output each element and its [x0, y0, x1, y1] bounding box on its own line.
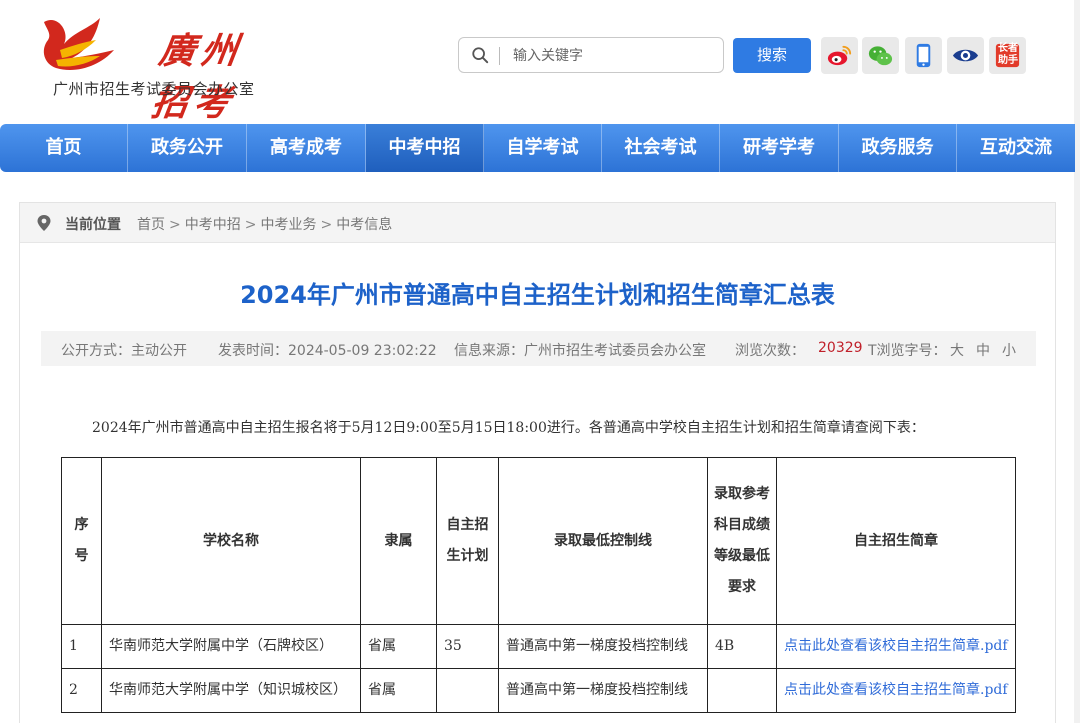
nav-item-interaction[interactable]: 互动交流	[957, 124, 1075, 172]
cell-min-line: 普通高中第一梯度投档控制线	[498, 624, 708, 669]
article-intro: 2024年广州市普通高中自主招生报名将于5月12日9:00至5月15日18:00…	[92, 420, 925, 436]
weibo-icon	[827, 45, 852, 66]
brochure-link[interactable]: 点击此处查看该校自主招生简章.pdf	[784, 638, 1008, 654]
breadcrumb-link-zhongkao[interactable]: 中考中招	[185, 217, 241, 233]
search-input[interactable]	[513, 44, 713, 68]
cell-min-line: 普通高中第一梯度投档控制线	[498, 668, 708, 713]
breadcrumb: 当前位置 首页 > 中考中招 > 中考业务 > 中考信息	[20, 203, 1055, 243]
brochure-link[interactable]: 点击此处查看该校自主招生简章.pdf	[784, 682, 1008, 698]
meta-views-label: 浏览次数：	[735, 343, 805, 359]
cell-no: 1	[61, 624, 102, 669]
wechat-icon	[868, 46, 893, 66]
org-name: 广州市招生考试委员会办公室	[53, 80, 255, 98]
cell-plan	[436, 668, 499, 713]
scrollbar-track[interactable]	[1074, 0, 1080, 723]
meta-open-mode: 公开方式：主动公开	[61, 343, 187, 359]
breadcrumb-link-zhongkao-business[interactable]: 中考业务	[260, 217, 316, 233]
nav-item-home[interactable]: 首页	[0, 124, 128, 172]
wechat-button[interactable]	[862, 37, 899, 74]
nav-item-self-study-exam[interactable]: 自学考试	[484, 124, 602, 172]
weibo-button[interactable]	[821, 37, 858, 74]
admissions-table: 序号 学校名称 隶属 自主招生计划 录取最低控制线 录取参考科目成绩等级最低要求…	[61, 457, 1016, 713]
header-school: 学校名称	[101, 457, 361, 625]
mobile-button[interactable]	[905, 37, 942, 74]
search-box	[458, 37, 724, 73]
search-button[interactable]: 搜索	[733, 38, 811, 73]
breadcrumb-link-home[interactable]: 首页	[137, 217, 165, 233]
cell-affiliation: 省属	[360, 624, 437, 669]
font-size-large[interactable]: 大	[950, 340, 964, 360]
article-title: 2024年广州市普通高中自主招生计划和招生简章汇总表	[240, 281, 835, 309]
table-row: 1 华南师范大学附属中学（石牌校区） 省属 35 普通高中第一梯度投档控制线 4…	[61, 624, 1016, 669]
cell-grade-req: 4B	[707, 624, 777, 669]
cell-affiliation: 省属	[360, 668, 437, 713]
cell-grade-req	[707, 668, 777, 713]
accessibility-view-button[interactable]	[947, 37, 984, 74]
cell-no: 2	[61, 668, 102, 713]
table-header-row: 序号 学校名称 隶属 自主招生计划 录取最低控制线 录取参考科目成绩等级最低要求…	[61, 457, 1016, 625]
elderly-helper-button[interactable]: 长者助手	[989, 37, 1026, 74]
main-nav: 首页 政务公开 高考成考 中考中招 自学考试 社会考试 研考学考 政务服务 互动…	[0, 124, 1075, 172]
header-affiliation: 隶属	[360, 457, 437, 625]
header-plan: 自主招生计划	[436, 457, 499, 625]
nav-item-zhongkao[interactable]: 中考中招	[366, 124, 484, 172]
mobile-icon	[916, 43, 931, 68]
header-brochure: 自主招生简章	[776, 457, 1016, 625]
cell-brochure: 点击此处查看该校自主招生简章.pdf	[776, 624, 1016, 669]
meta-font-size-label: T浏览字号：	[868, 343, 947, 359]
meta-source: 信息来源：广州市招生考试委员会办公室	[454, 343, 706, 359]
breadcrumb-separator: >	[320, 217, 333, 233]
eye-icon	[952, 49, 979, 62]
site-header: 廣州招考 广州市招生考试委员会办公室 搜索	[0, 0, 1080, 124]
meta-publish-time: 发表时间：2024-05-09 23:02:22	[218, 343, 437, 359]
cell-school: 华南师范大学附属中学（石牌校区）	[101, 624, 361, 669]
meta-views-count: 20329	[818, 340, 863, 356]
location-pin-icon	[37, 215, 51, 231]
search-divider	[499, 47, 500, 65]
header-min-line: 录取最低控制线	[498, 457, 708, 625]
flame-logo-icon	[43, 18, 114, 70]
font-size-medium[interactable]: 中	[976, 340, 990, 360]
breadcrumb-separator: >	[244, 217, 257, 233]
logo-script-text: 廣州招考	[148, 30, 247, 124]
nav-item-gaokao[interactable]: 高考成考	[247, 124, 366, 172]
article-meta: 公开方式：主动公开 发表时间：2024-05-09 23:02:22 信息来源：…	[41, 331, 1036, 366]
breadcrumb-path: 首页 > 中考中招 > 中考业务 > 中考信息	[137, 214, 396, 234]
breadcrumb-link-zhongkao-info[interactable]: 中考信息	[336, 217, 392, 233]
cell-school: 华南师范大学附属中学（知识城校区）	[101, 668, 361, 713]
nav-item-social-exam[interactable]: 社会考试	[602, 124, 720, 172]
search-icon	[472, 47, 489, 64]
nav-item-graduate-exam[interactable]: 研考学考	[720, 124, 839, 172]
cell-brochure: 点击此处查看该校自主招生简章.pdf	[776, 668, 1016, 713]
nav-item-gov-affairs-open[interactable]: 政务公开	[128, 124, 247, 172]
header-grade-req: 录取参考科目成绩等级最低要求	[707, 457, 777, 625]
font-size-small[interactable]: 小	[1002, 340, 1016, 360]
cell-plan: 35	[436, 624, 499, 669]
table-row: 2 华南师范大学附属中学（知识城校区） 省属 普通高中第一梯度投档控制线 点击此…	[61, 668, 1016, 713]
header-no: 序号	[61, 457, 102, 625]
nav-item-gov-services[interactable]: 政务服务	[839, 124, 957, 172]
elderly-helper-label: 长者助手	[998, 43, 1018, 66]
breadcrumb-separator: >	[169, 217, 181, 233]
article-container: 当前位置 首页 > 中考中招 > 中考业务 > 中考信息 2024年广州市普通高中自主招生计…	[19, 202, 1056, 723]
breadcrumb-label: 当前位置	[65, 217, 121, 233]
